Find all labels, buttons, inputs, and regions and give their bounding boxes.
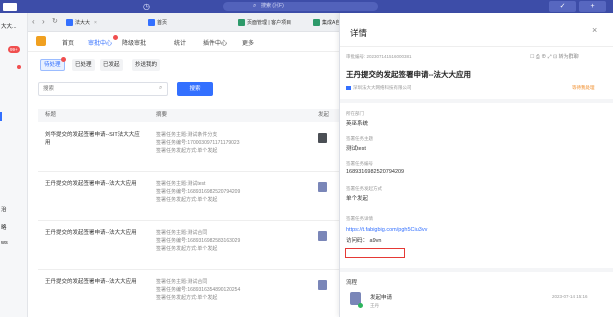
divider bbox=[340, 99, 613, 103]
row-summary: 签署任务主题:测试合同 签署任务编号:1689316982583163029 签… bbox=[156, 230, 241, 252]
avatar bbox=[318, 182, 327, 192]
search-row: ⌕ 搜索 bbox=[38, 82, 339, 96]
nav-approval-center[interactable]: 审批中心 bbox=[88, 38, 112, 47]
tab-favicon-icon bbox=[238, 19, 245, 27]
status-badge: 等待我处理 bbox=[572, 85, 595, 90]
field-task-details: 签署任务详情 https://t.fabigbig.com/pgh5Ciu3vv… bbox=[346, 216, 428, 244]
column-title: 标题 bbox=[45, 112, 57, 118]
tab-initiated[interactable]: 已发起 bbox=[100, 59, 123, 71]
search-button[interactable]: 搜索 bbox=[177, 82, 213, 96]
add-button[interactable]: + bbox=[579, 1, 606, 12]
history-icon[interactable]: ◷ bbox=[143, 2, 150, 11]
avatar bbox=[318, 133, 327, 143]
sidebar-item-label[interactable]: 治 bbox=[1, 205, 27, 213]
row-summary: 签署任务主题:测试条件分支 签署任务编号:1700030971171179023… bbox=[156, 132, 240, 154]
sidebar-item-label[interactable]: ws bbox=[1, 240, 27, 246]
field-task-number: 签署任务编号 1689316982520794209 bbox=[346, 161, 405, 175]
detail-panel: 详情 × 审批编号: 202307141516000381 ☐ ⎙ ⊕ ⤢ ⊡ … bbox=[339, 13, 613, 317]
task-detail-link[interactable]: https://t.fabigbig.com/pgh5Ciu3vv bbox=[346, 227, 427, 233]
tab-favicon-icon bbox=[313, 19, 320, 27]
divider bbox=[340, 46, 613, 47]
notification-dot bbox=[113, 35, 118, 40]
table-header: 标题 摘要 发起 bbox=[38, 109, 339, 122]
avatar bbox=[318, 231, 327, 241]
close-icon[interactable]: × bbox=[592, 25, 597, 35]
nav-statistics[interactable]: 统计 bbox=[174, 38, 186, 47]
column-summary: 摘要 bbox=[156, 112, 168, 118]
flow-node-label: 发起申请 bbox=[370, 295, 393, 301]
notification-dot bbox=[17, 65, 21, 69]
tab-processed[interactable]: 已处理 bbox=[72, 59, 95, 71]
row-title[interactable]: 王丹提交的发起签署申请--法大大应用 bbox=[45, 278, 140, 286]
active-indicator bbox=[0, 112, 2, 121]
flow-user: 王丹 bbox=[370, 303, 379, 308]
access-code-highlight bbox=[345, 248, 405, 258]
window-titlebar: ◷ ⌕ 搜索 (⌘F) ✓ + bbox=[0, 0, 613, 13]
table-row[interactable]: 王丹提交的发起签署申请--法大大应用 签署任务主题:测试合同 签署任务编号:16… bbox=[38, 270, 339, 317]
access-code: 访问码： a9vn bbox=[346, 238, 382, 244]
search-input[interactable] bbox=[38, 82, 168, 96]
sidebar-item-label[interactable]: 略 bbox=[1, 223, 27, 231]
global-search-placeholder: 搜索 (⌘F) bbox=[261, 3, 284, 9]
nav-plugin-center[interactable]: 插件中心 bbox=[203, 38, 227, 47]
unread-badge: 99+ bbox=[8, 46, 20, 53]
top-navigation: 首页 审批中心 降级审批 统计 插件中心 更多 bbox=[28, 32, 339, 52]
search-icon: ⌕ bbox=[159, 85, 163, 91]
divider bbox=[340, 268, 613, 272]
tab-pending[interactable]: 待处理 bbox=[40, 57, 66, 71]
detail-heading: 王丹提交的发起签署申请--法大大应用 bbox=[346, 70, 471, 79]
row-title[interactable]: 刘华提交的发起签署申请--SIT法大大应用 bbox=[45, 131, 140, 147]
organization: 深圳法大大网络科技有限公司 bbox=[346, 85, 412, 91]
global-search-input[interactable]: ⌕ 搜索 (⌘F) bbox=[223, 2, 378, 11]
organization-icon bbox=[346, 85, 351, 90]
app-logo-icon bbox=[36, 36, 46, 46]
sidebar-item-label[interactable]: 大大... bbox=[1, 22, 27, 30]
tab-favicon-icon bbox=[66, 19, 73, 27]
search-icon: ⌕ bbox=[253, 3, 257, 9]
refresh-icon[interactable]: ↻ bbox=[52, 17, 58, 25]
detail-title: 详情 bbox=[350, 28, 368, 38]
check-button[interactable]: ✓ bbox=[549, 1, 576, 12]
field-department: 所在部门 英巫系统 bbox=[346, 111, 369, 127]
table-row[interactable]: 王丹提交的发起签署申请--法大大应用 签署任务主题:测试test 签署任务编号:… bbox=[38, 172, 339, 221]
column-initiator: 发起 bbox=[318, 112, 330, 118]
tab-page-management[interactable]: 页面管理 | 客户项目 bbox=[238, 17, 308, 29]
nav-more[interactable]: 更多 bbox=[242, 38, 254, 47]
tab-favicon-icon bbox=[148, 19, 155, 27]
detail-toolbar[interactable]: ☐ ⎙ ⊕ ⤢ ⊡ 转为群聊 bbox=[530, 53, 579, 60]
close-icon[interactable]: × bbox=[94, 20, 97, 26]
approval-main: 首页 审批中心 降级审批 统计 插件中心 更多 待处理 已处理 已发起 抄送我的… bbox=[28, 32, 339, 317]
nav-downgrade-approval[interactable]: 降级审批 bbox=[122, 38, 146, 47]
row-title[interactable]: 王丹提交的发起签署申请--法大大应用 bbox=[45, 180, 140, 188]
tab-home[interactable]: 首页 bbox=[148, 17, 203, 29]
tab-cc-me[interactable]: 抄送我的 bbox=[132, 59, 161, 71]
flow-title: 流程 bbox=[346, 280, 358, 286]
forward-icon[interactable]: › bbox=[42, 17, 45, 26]
nav-home[interactable]: 首页 bbox=[62, 38, 74, 47]
field-task-subject: 签署任务主题 测试test bbox=[346, 136, 373, 152]
app-logo-icon bbox=[3, 3, 17, 11]
app-sidebar: 大大... 99+ 治 略 ws bbox=[0, 13, 28, 317]
row-title[interactable]: 王丹提交的发起签署申请--法大大应用 bbox=[45, 229, 140, 237]
notification-dot bbox=[61, 57, 66, 62]
row-summary: 签署任务主题:测试test 签署任务编号:1689316982520794209… bbox=[156, 181, 241, 203]
avatar bbox=[318, 280, 327, 290]
row-summary: 签署任务主题:测试合同 签署任务编号:1689316354890120254 签… bbox=[156, 279, 241, 301]
check-icon bbox=[358, 303, 363, 308]
flow-timestamp: 2023-07-14 15:16 bbox=[552, 294, 588, 299]
tab-fadada[interactable]: 法大大 × bbox=[66, 17, 116, 29]
table-row[interactable]: 刘华提交的发起签署申请--SIT法大大应用 签署任务主题:测试条件分支 签署任务… bbox=[38, 123, 339, 172]
back-icon[interactable]: ‹ bbox=[32, 17, 35, 26]
approval-number: 审批编号: 202307141516000381 bbox=[346, 54, 412, 59]
field-initiation-method: 签署任务发起方式 单个发起 bbox=[346, 186, 382, 202]
table-row[interactable]: 王丹提交的发起签署申请--法大大应用 签署任务主题:测试合同 签署任务编号:16… bbox=[38, 221, 339, 270]
